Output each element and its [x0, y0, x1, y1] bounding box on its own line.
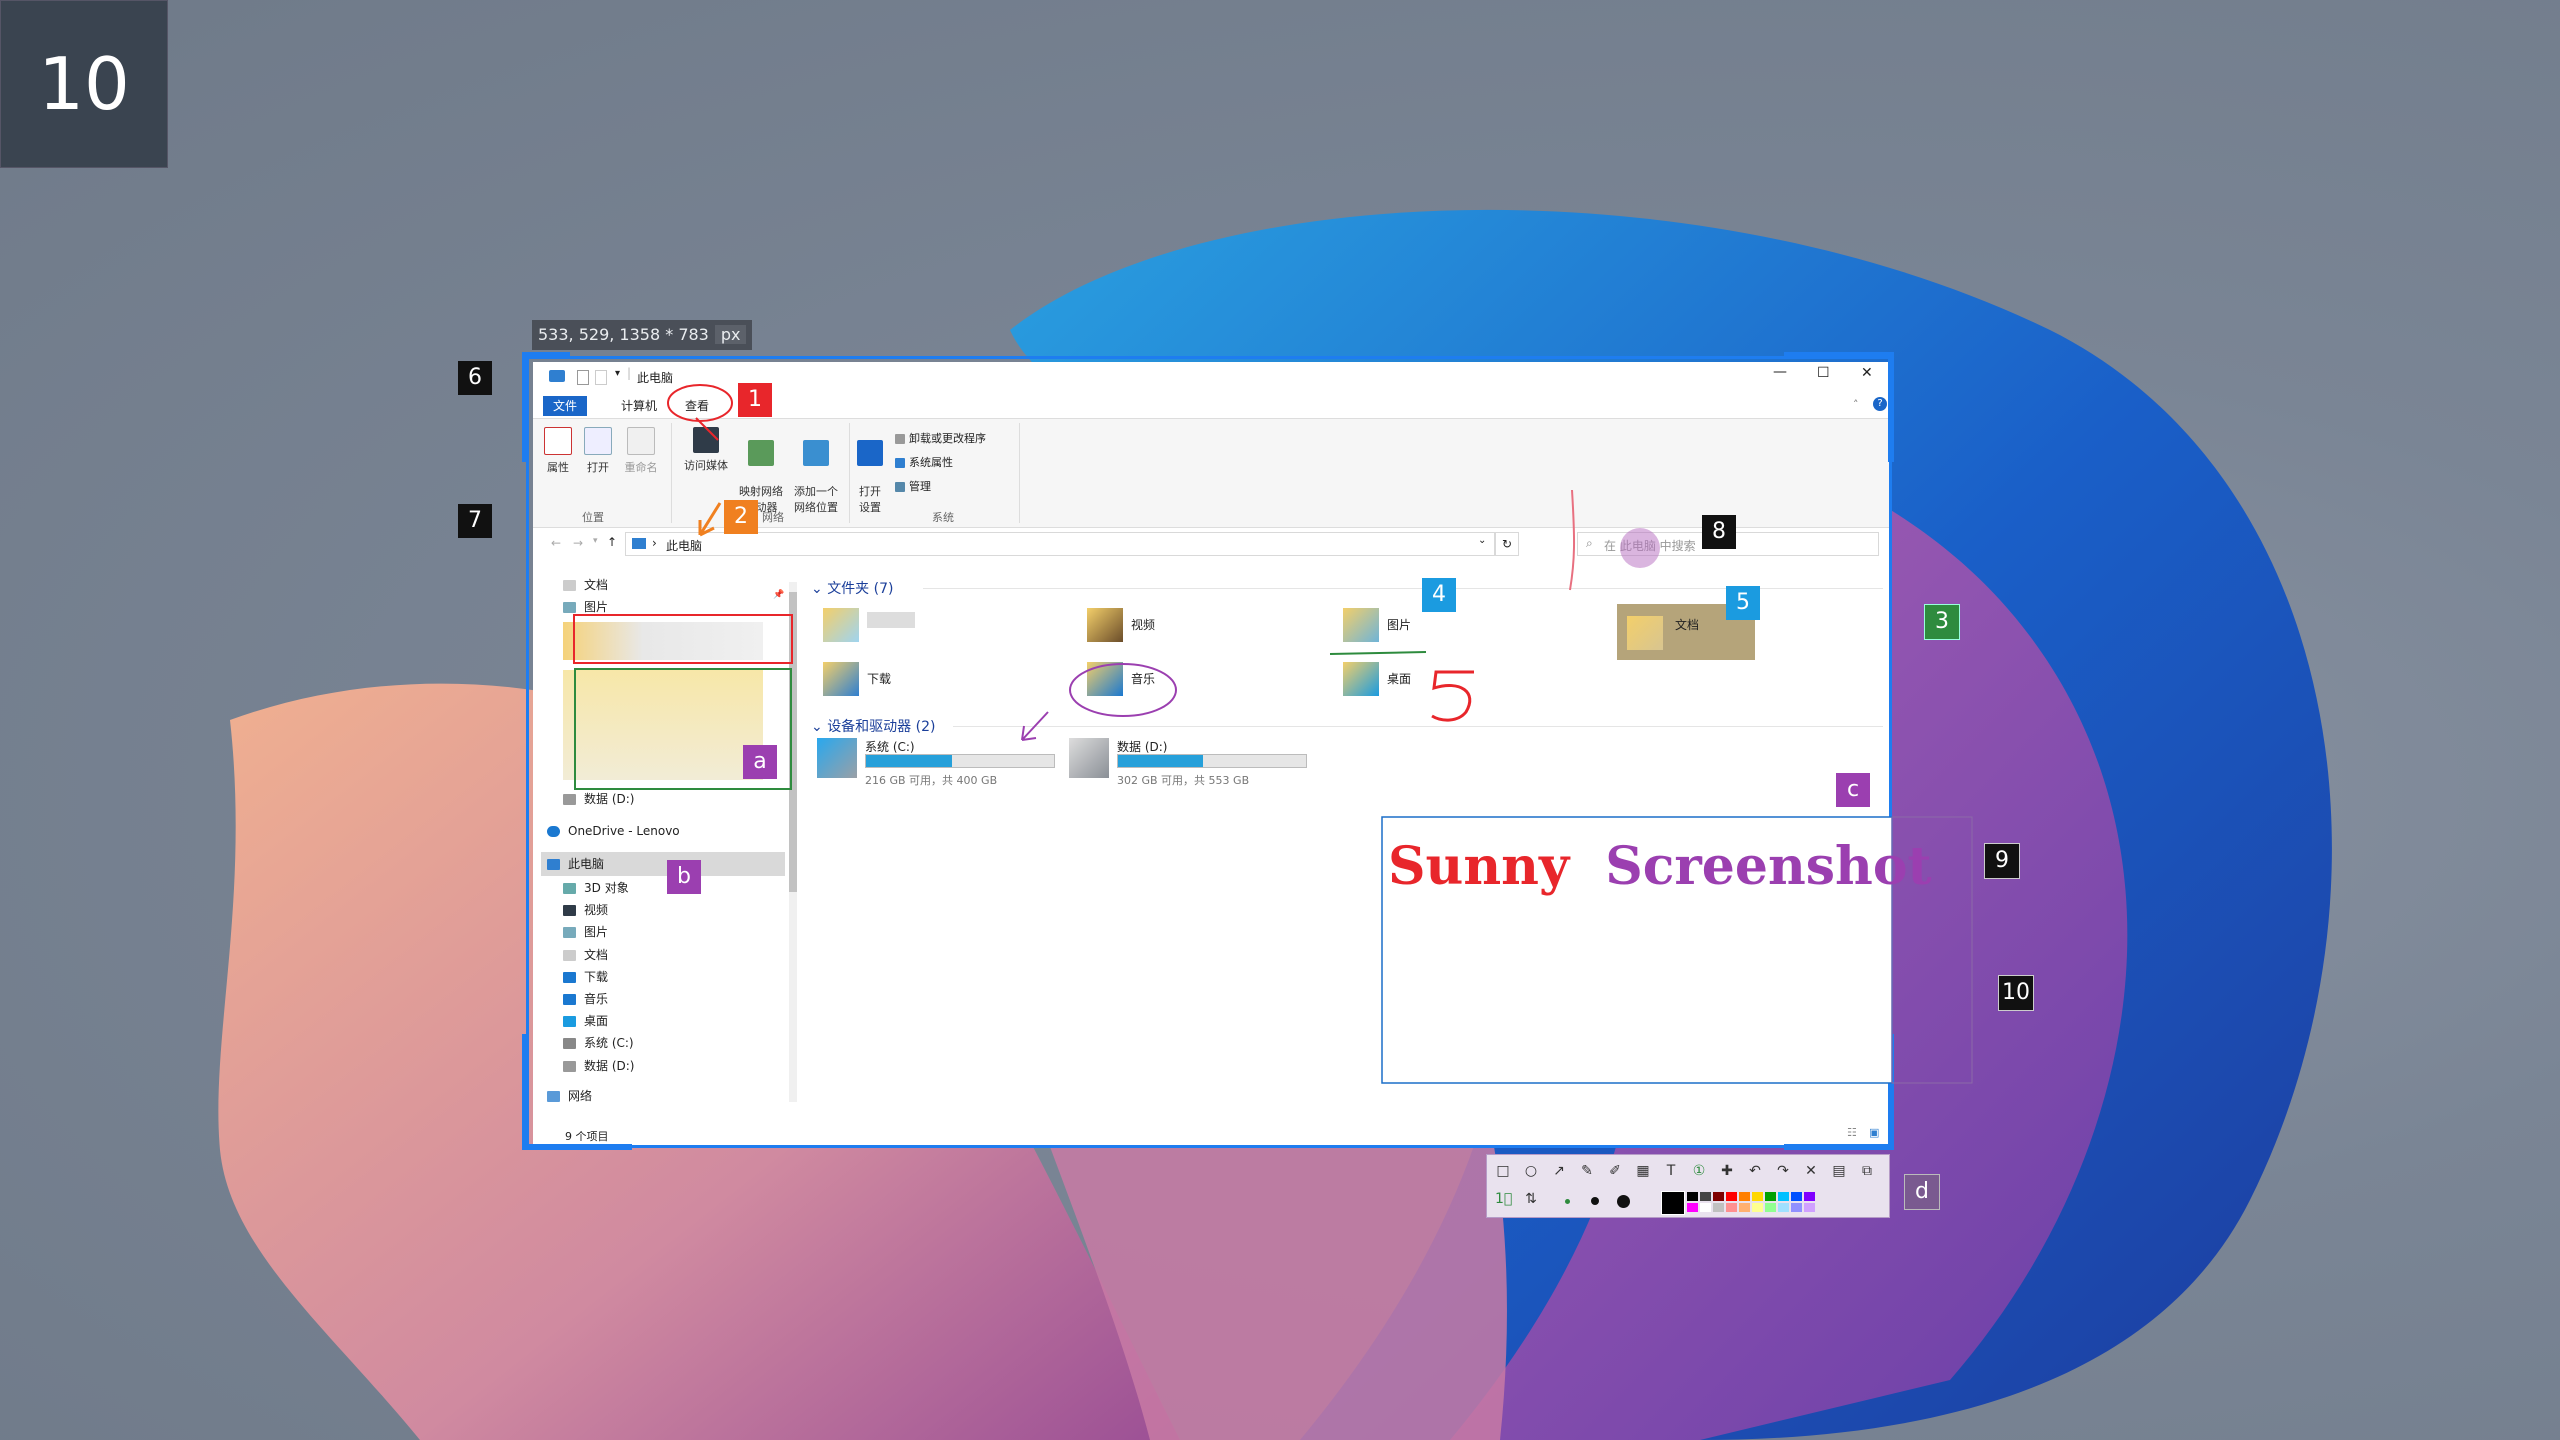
copy-icon[interactable]: ⧉	[1859, 1163, 1875, 1179]
annotation-line-pink	[1569, 489, 1576, 591]
palette-color-swatch[interactable]	[1713, 1192, 1724, 1201]
marker-1: 1	[738, 383, 772, 417]
palette-color-swatch[interactable]	[1778, 1192, 1789, 1201]
marker-2: 2	[724, 500, 758, 534]
marker-3: 3	[1924, 604, 1960, 640]
marker-4: 4	[1422, 578, 1456, 612]
annotation-line-green	[1329, 651, 1427, 655]
current-color-swatch[interactable]	[1661, 1191, 1685, 1215]
save-icon[interactable]: ▤	[1831, 1163, 1847, 1179]
marker-9: 9	[1984, 843, 2020, 879]
palette-color-swatch[interactable]	[1752, 1203, 1763, 1212]
marker-5: 5	[1726, 586, 1760, 620]
marker-10: 10	[1998, 975, 2034, 1011]
rectangle-tool-icon[interactable]: □	[1495, 1163, 1511, 1179]
undo-icon[interactable]: ↶	[1747, 1163, 1763, 1179]
annotation-handwritten-five	[1431, 670, 1474, 722]
palette-color-swatch[interactable]	[1713, 1203, 1724, 1212]
annotation-arrow-orange	[698, 502, 722, 537]
marker-b: b	[667, 860, 701, 894]
annotation-pen-dot	[1620, 528, 1660, 568]
marker-a: a	[743, 745, 777, 779]
number-tool-icon[interactable]: ①	[1691, 1163, 1707, 1179]
marker-d: d	[1904, 1174, 1940, 1210]
marker-7: 7	[458, 504, 492, 538]
palette-color-swatch[interactable]	[1726, 1203, 1737, 1212]
palette-color-swatch[interactable]	[1700, 1203, 1711, 1212]
marker-6: 6	[458, 361, 492, 395]
marker-tool-icon[interactable]: ✐	[1607, 1163, 1623, 1179]
sort-order-icon[interactable]: ⇅	[1523, 1191, 1539, 1207]
marker-8: 8	[1702, 515, 1736, 549]
annotation-ellipse-red	[667, 384, 733, 422]
palette-color-swatch[interactable]	[1700, 1192, 1711, 1201]
annotation-toolbar: □ ○ ↗ ✎ ✐ ▦ T ① ✚ ↶ ↷ ✕ ▤ ⧉ 1⃣ ⇅	[1486, 1154, 1890, 1218]
palette-color-swatch[interactable]	[1791, 1203, 1802, 1212]
ellipse-tool-icon[interactable]: ○	[1523, 1163, 1539, 1179]
size-small-icon[interactable]	[1565, 1199, 1570, 1204]
annotation-word-screenshot: Screenshot	[1605, 836, 1932, 897]
palette-color-swatch[interactable]	[1791, 1192, 1802, 1201]
palette-color-swatch[interactable]	[1739, 1192, 1750, 1201]
cancel-icon[interactable]: ✕	[1803, 1163, 1819, 1179]
palette-color-swatch[interactable]	[1739, 1203, 1750, 1212]
annotation-word-sunny: Sunny	[1388, 836, 1570, 897]
palette-color-swatch[interactable]	[1726, 1192, 1737, 1201]
mosaic-tool-icon[interactable]: ▦	[1635, 1163, 1651, 1179]
annotation-text: Sunny Screenshot	[1388, 836, 1932, 897]
palette-color-swatch[interactable]	[1804, 1192, 1815, 1201]
pen-tool-icon[interactable]: ✎	[1579, 1163, 1595, 1179]
annotation-rect-red	[573, 614, 793, 664]
palette-color-swatch[interactable]	[1765, 1192, 1776, 1201]
palette-color-swatch[interactable]	[1778, 1203, 1789, 1212]
palette-color-swatch[interactable]	[1765, 1203, 1776, 1212]
pin-tool-icon[interactable]: ✚	[1719, 1163, 1735, 1179]
arrow-tool-icon[interactable]: ↗	[1551, 1163, 1567, 1179]
redo-icon[interactable]: ↷	[1775, 1163, 1791, 1179]
text-tool-icon[interactable]: T	[1663, 1163, 1679, 1179]
palette-color-swatch[interactable]	[1687, 1192, 1698, 1201]
annotation-layer	[573, 384, 1973, 1084]
palette-color-swatch[interactable]	[1687, 1203, 1698, 1212]
numbering-style-icon[interactable]: 1⃣	[1495, 1191, 1512, 1207]
annotation-ellipse-purple	[1069, 663, 1177, 717]
palette-color-swatch[interactable]	[1752, 1192, 1763, 1201]
marker-c: c	[1836, 773, 1870, 807]
annotation-arrow-purple	[1021, 711, 1049, 741]
palette-color-swatch[interactable]	[1804, 1203, 1815, 1212]
size-large-icon[interactable]	[1617, 1195, 1630, 1208]
size-medium-icon[interactable]	[1591, 1197, 1599, 1205]
